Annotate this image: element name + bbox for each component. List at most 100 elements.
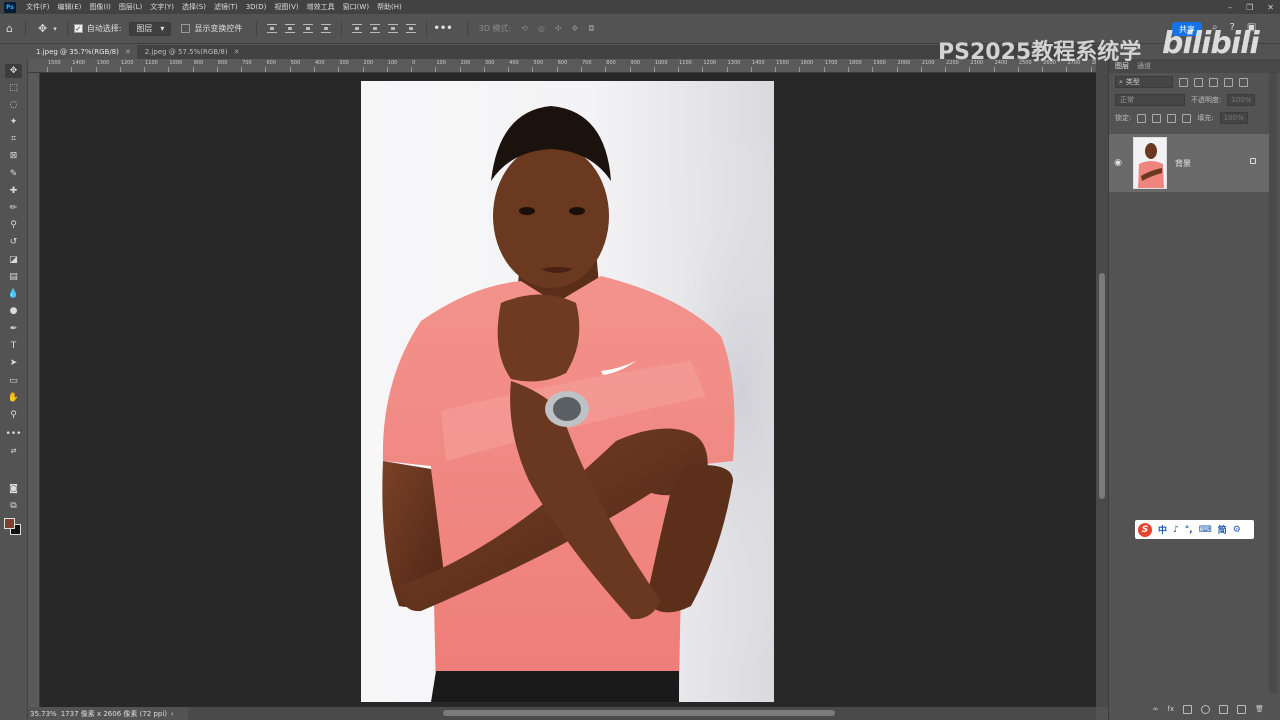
close-icon[interactable]: ✕: [1267, 3, 1274, 12]
ime-chinese-mode[interactable]: 中: [1158, 523, 1167, 536]
foreground-color-swatch[interactable]: [4, 518, 15, 529]
healing-brush-tool-icon[interactable]: ✚: [5, 184, 22, 198]
show-transform-checkbox[interactable]: [181, 24, 191, 33]
lasso-tool-icon[interactable]: ◌: [5, 98, 22, 112]
layer-style-icon[interactable]: fx: [1168, 705, 1175, 713]
chevron-right-icon[interactable]: ›: [171, 710, 174, 718]
align-center-icon[interactable]: [285, 24, 296, 33]
zoom-level[interactable]: 35.73%: [30, 710, 57, 718]
eye-icon[interactable]: ◉: [1109, 158, 1127, 168]
layer-kind-filter[interactable]: ⌕ 类型: [1115, 76, 1173, 88]
align-top-icon[interactable]: [352, 24, 363, 33]
filter-pixel-icon[interactable]: [1179, 77, 1188, 87]
history-brush-tool-icon[interactable]: ↺: [5, 235, 22, 249]
menu-view[interactable]: 视图(V): [270, 2, 302, 12]
layer-row-background[interactable]: ◉ 背景: [1109, 134, 1270, 192]
menu-edit[interactable]: 编辑(E): [54, 2, 86, 12]
document-info[interactable]: 1737 像素 x 2606 像素 (72 ppi): [61, 709, 167, 719]
align-right-icon[interactable]: [303, 24, 314, 33]
menu-3d[interactable]: 3D(D): [242, 3, 271, 11]
hand-tool-icon[interactable]: ✋: [5, 391, 22, 405]
menu-window[interactable]: 窗口(W): [339, 2, 373, 12]
ime-keyboard-icon[interactable]: ⌨: [1199, 525, 1212, 535]
blur-tool-icon[interactable]: 💧: [5, 287, 22, 301]
menu-filter[interactable]: 滤镜(T): [210, 2, 242, 12]
lock-transparent-icon[interactable]: [1137, 113, 1147, 123]
chevron-down-icon[interactable]: ▾: [53, 25, 57, 33]
opacity-field[interactable]: 100%: [1227, 94, 1256, 106]
more-options-icon[interactable]: •••: [433, 23, 452, 34]
auto-select-checkbox[interactable]: ✓: [73, 24, 83, 33]
clone-stamp-tool-icon[interactable]: ⚲: [5, 218, 22, 232]
restore-icon[interactable]: ❐: [1246, 3, 1253, 12]
lock-position-icon[interactable]: [1167, 113, 1177, 123]
quick-mask-icon[interactable]: ◙: [5, 482, 22, 496]
lock-image-icon[interactable]: [1152, 113, 1162, 123]
ime-punctuation-icon[interactable]: °,: [1185, 525, 1193, 535]
tab-doc-2[interactable]: 2.jpeg @ 57.5%(RGB/8) ✕: [137, 45, 246, 59]
more-tools-icon[interactable]: •••: [5, 427, 22, 441]
menu-file[interactable]: 文件(F): [22, 2, 54, 12]
new-layer-icon[interactable]: [1237, 704, 1247, 714]
vertical-scrollbar[interactable]: [1096, 59, 1108, 707]
eyedropper-tool-icon[interactable]: ✎: [5, 167, 22, 181]
scrollbar-thumb[interactable]: [1099, 273, 1105, 499]
rectangle-tool-icon[interactable]: ▭: [5, 374, 22, 388]
fill-field[interactable]: 100%: [1219, 112, 1248, 124]
swap-colors-icon[interactable]: ⇄: [5, 444, 22, 458]
layer-name[interactable]: 背景: [1175, 158, 1191, 169]
menu-plugins[interactable]: 增效工具: [303, 2, 339, 12]
move-tool-icon[interactable]: ✥: [5, 64, 22, 78]
blend-mode-dropdown[interactable]: 正常: [1115, 94, 1185, 106]
menu-select[interactable]: 选择(S): [178, 2, 210, 12]
type-tool-icon[interactable]: T: [5, 339, 22, 353]
home-icon[interactable]: ⌂: [6, 22, 13, 35]
crop-tool-icon[interactable]: ⌗: [5, 132, 22, 146]
tab-doc-1[interactable]: 1.jpeg @ 35.7%(RGB/8) ✕: [28, 45, 137, 59]
panel-scrollbar[interactable]: [1269, 73, 1277, 693]
canvas-area[interactable]: [40, 73, 1096, 707]
filter-shape-icon[interactable]: [1224, 77, 1233, 87]
auto-select-target-dropdown[interactable]: 图层 ▾: [129, 21, 172, 36]
menu-layer[interactable]: 图层(L): [115, 2, 146, 12]
align-bottom-icon[interactable]: [388, 24, 399, 33]
close-icon[interactable]: ✕: [125, 48, 131, 56]
minimize-icon[interactable]: –: [1228, 3, 1232, 12]
link-layers-icon[interactable]: ∞: [1153, 705, 1159, 713]
horizontal-scrollbar[interactable]: [188, 707, 1096, 720]
align-middle-icon[interactable]: [370, 24, 381, 33]
distribute-vertical-icon[interactable]: [406, 24, 417, 33]
new-group-icon[interactable]: [1219, 704, 1229, 714]
magic-wand-tool-icon[interactable]: ✦: [5, 115, 22, 129]
filter-adjustment-icon[interactable]: [1194, 77, 1203, 87]
zoom-tool-icon[interactable]: ⚲: [5, 408, 22, 422]
ime-moon-icon[interactable]: ♪: [1173, 525, 1179, 535]
menu-help[interactable]: 帮助(H): [373, 2, 406, 12]
marquee-tool-icon[interactable]: ⬚: [5, 81, 22, 95]
document-photo[interactable]: [361, 81, 774, 702]
align-left-icon[interactable]: [267, 24, 278, 33]
brush-tool-icon[interactable]: ✏: [5, 201, 22, 215]
close-icon[interactable]: ✕: [234, 48, 240, 56]
lock-all-icon[interactable]: [1182, 113, 1192, 123]
filter-type-icon[interactable]: [1209, 77, 1218, 87]
screen-mode-icon[interactable]: ⧉: [5, 499, 22, 513]
delete-layer-icon[interactable]: 🗑: [1255, 705, 1264, 713]
eraser-tool-icon[interactable]: ◪: [5, 253, 22, 267]
distribute-icon[interactable]: [321, 24, 332, 33]
path-selection-tool-icon[interactable]: ➤: [5, 356, 22, 370]
pen-tool-icon[interactable]: ✒: [5, 322, 22, 336]
move-tool-icon[interactable]: ✥: [38, 22, 47, 35]
ime-simplified-mode[interactable]: 简: [1218, 523, 1227, 536]
menu-type[interactable]: 文字(Y): [146, 2, 178, 12]
gradient-tool-icon[interactable]: ▤: [5, 270, 22, 284]
dodge-tool-icon[interactable]: ●: [5, 304, 22, 318]
scrollbar-thumb[interactable]: [443, 710, 835, 716]
adjustment-layer-icon[interactable]: [1201, 704, 1211, 714]
add-mask-icon[interactable]: [1183, 704, 1193, 714]
sogou-logo-icon[interactable]: S: [1138, 522, 1152, 537]
ime-settings-icon[interactable]: ⚙: [1233, 525, 1241, 535]
frame-tool-icon[interactable]: ⊠: [5, 149, 22, 163]
menu-image[interactable]: 图像(I): [85, 2, 115, 12]
filter-smart-object-icon[interactable]: [1239, 77, 1248, 87]
